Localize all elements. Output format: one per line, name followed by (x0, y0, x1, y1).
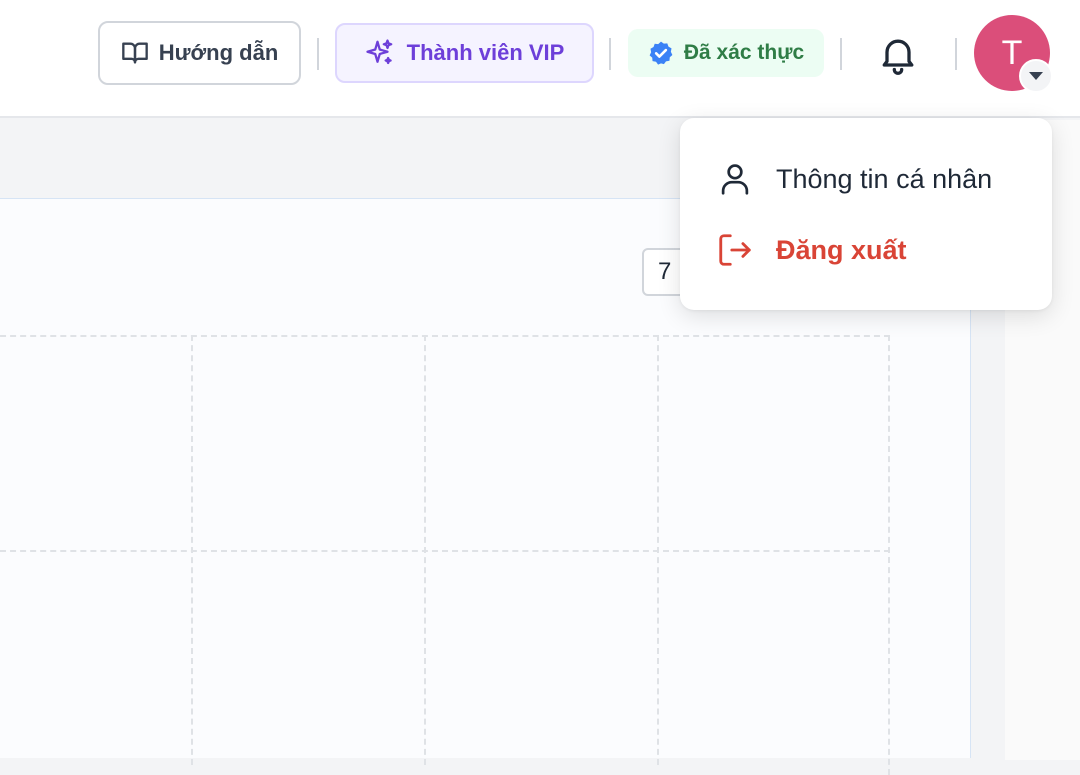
grid-line (0, 550, 890, 552)
menu-item-logout-label: Đăng xuất (776, 234, 907, 265)
header-divider (609, 38, 611, 70)
menu-item-profile[interactable]: Thông tin cá nhân (716, 154, 992, 204)
guide-button-label: Hướng dẫn (158, 40, 279, 65)
vip-member-label: Thành viên VIP (406, 40, 565, 65)
avatar-initial: T (1001, 33, 1023, 72)
logout-icon (719, 234, 751, 266)
header-divider (955, 38, 957, 70)
bell-icon (882, 39, 914, 75)
vip-member-button[interactable]: Thành viên VIP (335, 23, 594, 83)
menu-item-logout[interactable]: Đăng xuất (716, 225, 907, 275)
verified-badge: Đã xác thực (628, 29, 824, 77)
calendar-grid (0, 335, 890, 775)
book-open-icon (121, 42, 148, 64)
user-icon (721, 164, 749, 195)
header-divider (317, 38, 319, 70)
value-box-text: 7 (658, 258, 672, 285)
header-divider (840, 38, 842, 70)
avatar-dropdown-toggle[interactable] (1019, 59, 1053, 93)
verified-badge-label: Đã xác thực (683, 41, 805, 64)
sparkles-icon (366, 39, 393, 65)
guide-button[interactable]: Hướng dẫn (98, 21, 301, 85)
caret-down-icon (1029, 72, 1043, 80)
menu-item-profile-label: Thông tin cá nhân (776, 163, 993, 194)
verified-check-icon (649, 41, 673, 65)
notifications-button[interactable] (874, 30, 922, 78)
top-header: Hướng dẫn Thành viên VIP Đã xác thực T (0, 0, 1080, 118)
user-dropdown-menu: Thông tin cá nhân Đăng xuất (680, 118, 1052, 310)
